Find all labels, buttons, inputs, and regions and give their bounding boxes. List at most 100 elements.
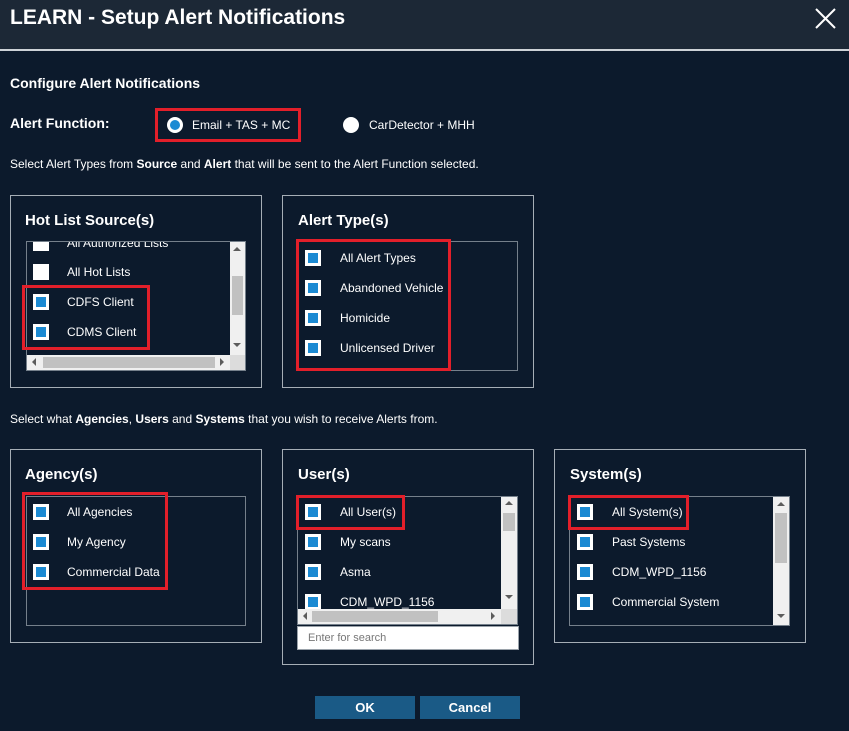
scroll-up-icon[interactable] bbox=[233, 247, 241, 251]
list-item[interactable]: Unlicensed Driver bbox=[298, 333, 517, 363]
panel-title: User(s) bbox=[298, 466, 350, 483]
list-item[interactable]: Commercial System bbox=[570, 587, 773, 617]
checkbox[interactable] bbox=[33, 242, 49, 251]
cancel-button[interactable]: Cancel bbox=[420, 696, 520, 719]
scroll-up-icon[interactable] bbox=[505, 501, 513, 505]
alert-types-panel: Alert Type(s) All Alert Types Abandoned … bbox=[282, 195, 534, 388]
instruction-emphasis: Agencies bbox=[75, 412, 129, 426]
item-label: All Hot Lists bbox=[67, 265, 131, 279]
checkbox[interactable] bbox=[33, 534, 49, 550]
checkbox[interactable] bbox=[33, 564, 49, 580]
list-item[interactable]: My scans bbox=[298, 527, 501, 557]
list-item[interactable]: CDM_WPD_1156 bbox=[298, 587, 501, 609]
item-label: Past Systems bbox=[612, 535, 686, 549]
list-item[interactable]: All System(s) bbox=[570, 497, 773, 527]
list-item[interactable]: Homicide bbox=[298, 303, 517, 333]
scrollbar-corner bbox=[230, 355, 245, 370]
list-item[interactable]: Asma bbox=[298, 557, 501, 587]
checkbox[interactable] bbox=[33, 264, 49, 280]
list-item[interactable]: All User(s) bbox=[298, 497, 501, 527]
scroll-down-icon[interactable] bbox=[505, 595, 513, 599]
checkbox[interactable] bbox=[577, 534, 593, 550]
instruction-text: and bbox=[168, 412, 196, 426]
item-label: CDM_WPD_1156 bbox=[340, 595, 435, 609]
vertical-scrollbar[interactable] bbox=[773, 497, 789, 625]
checkbox[interactable] bbox=[577, 594, 593, 610]
item-label: CDFS Client bbox=[67, 295, 134, 309]
checkbox[interactable] bbox=[305, 250, 321, 266]
list-item[interactable]: Abandoned Vehicle bbox=[298, 273, 517, 303]
list-item[interactable]: CDFS Client bbox=[27, 287, 230, 317]
item-label: Unlicensed Driver bbox=[340, 341, 435, 355]
radio-button[interactable] bbox=[343, 117, 359, 133]
agencies-list: All Agencies My Agency Commercial Data bbox=[26, 496, 246, 626]
list-item[interactable]: All Agencies bbox=[27, 497, 245, 527]
panel-title: Alert Type(s) bbox=[298, 212, 389, 229]
checkbox[interactable] bbox=[33, 324, 49, 340]
list-viewport: All Authorized Lists All Hot Lists CDFS … bbox=[27, 242, 230, 355]
instruction-text: Select Alert Types from bbox=[10, 157, 137, 171]
panel-title: Agency(s) bbox=[25, 466, 98, 483]
list-viewport: All Agencies My Agency Commercial Data bbox=[27, 497, 245, 625]
section-heading: Configure Alert Notifications bbox=[10, 75, 201, 91]
scroll-thumb[interactable] bbox=[43, 357, 215, 368]
users-panel: User(s) All User(s) My scans Asma CDM_WP… bbox=[282, 449, 534, 665]
scroll-left-icon[interactable] bbox=[303, 612, 307, 620]
radio-option-email-tas-mc[interactable]: Email + TAS + MC bbox=[167, 117, 307, 133]
scroll-thumb[interactable] bbox=[312, 611, 438, 622]
list-item[interactable]: Past Systems bbox=[570, 527, 773, 557]
scroll-left-icon[interactable] bbox=[32, 358, 36, 366]
instruction-emphasis: Users bbox=[135, 412, 169, 426]
horizontal-scrollbar[interactable] bbox=[27, 355, 230, 370]
list-item[interactable]: CDMS Client bbox=[27, 317, 230, 347]
vertical-scrollbar[interactable] bbox=[501, 497, 517, 609]
radio-option-cardetector-mhh[interactable]: CarDetector + MHH bbox=[343, 117, 483, 133]
instruction-emphasis: Systems bbox=[195, 412, 245, 426]
instruction-text: that will be sent to the Alert Function … bbox=[231, 157, 479, 171]
agencies-panel: Agency(s) All Agencies My Agency Commerc… bbox=[10, 449, 262, 643]
list-item[interactable]: CDM_WPD_1156 bbox=[570, 557, 773, 587]
scroll-down-icon[interactable] bbox=[233, 343, 241, 347]
checkbox[interactable] bbox=[305, 340, 321, 356]
scroll-thumb[interactable] bbox=[775, 513, 787, 563]
checkbox[interactable] bbox=[33, 504, 49, 520]
item-label: Asma bbox=[340, 565, 371, 579]
item-label: CDMS Client bbox=[67, 325, 137, 339]
list-item[interactable]: My Agency bbox=[27, 527, 245, 557]
list-item[interactable]: All Authorized Lists bbox=[27, 242, 230, 258]
user-search-input[interactable] bbox=[297, 626, 519, 650]
checkbox[interactable] bbox=[33, 294, 49, 310]
users-list: All User(s) My scans Asma CDM_WPD_1156 bbox=[297, 496, 518, 625]
ok-button[interactable]: OK bbox=[315, 696, 415, 719]
checkbox[interactable] bbox=[305, 534, 321, 550]
checkbox[interactable] bbox=[305, 504, 321, 520]
scroll-down-icon[interactable] bbox=[777, 614, 785, 618]
panel-title: System(s) bbox=[570, 466, 642, 483]
checkbox[interactable] bbox=[305, 594, 321, 609]
checkbox[interactable] bbox=[305, 280, 321, 296]
instruction-text: and bbox=[177, 157, 204, 171]
item-label: Abandoned Vehicle bbox=[340, 281, 444, 295]
item-label: All Agencies bbox=[67, 505, 133, 519]
scroll-right-icon[interactable] bbox=[220, 358, 224, 366]
scrollbar-corner bbox=[501, 609, 517, 624]
scroll-up-icon[interactable] bbox=[777, 502, 785, 506]
hot-list-sources-panel: Hot List Source(s) All Authorized Lists … bbox=[10, 195, 262, 388]
vertical-scrollbar[interactable] bbox=[230, 242, 245, 355]
radio-label: CarDetector + MHH bbox=[369, 118, 475, 132]
list-viewport: All User(s) My scans Asma CDM_WPD_1156 bbox=[298, 497, 501, 609]
dialog-title: LEARN - Setup Alert Notifications bbox=[10, 6, 346, 29]
checkbox[interactable] bbox=[305, 564, 321, 580]
horizontal-scrollbar[interactable] bbox=[298, 609, 501, 624]
list-item[interactable]: All Hot Lists bbox=[27, 257, 230, 287]
scroll-thumb[interactable] bbox=[503, 513, 515, 531]
checkbox[interactable] bbox=[305, 310, 321, 326]
checkbox[interactable] bbox=[577, 564, 593, 580]
radio-button[interactable] bbox=[167, 117, 183, 133]
scroll-right-icon[interactable] bbox=[491, 612, 495, 620]
scroll-thumb[interactable] bbox=[232, 276, 243, 315]
list-item[interactable]: All Alert Types bbox=[298, 243, 517, 273]
checkbox[interactable] bbox=[577, 504, 593, 520]
list-item[interactable]: Commercial Data bbox=[27, 557, 245, 587]
close-button[interactable] bbox=[812, 5, 840, 33]
